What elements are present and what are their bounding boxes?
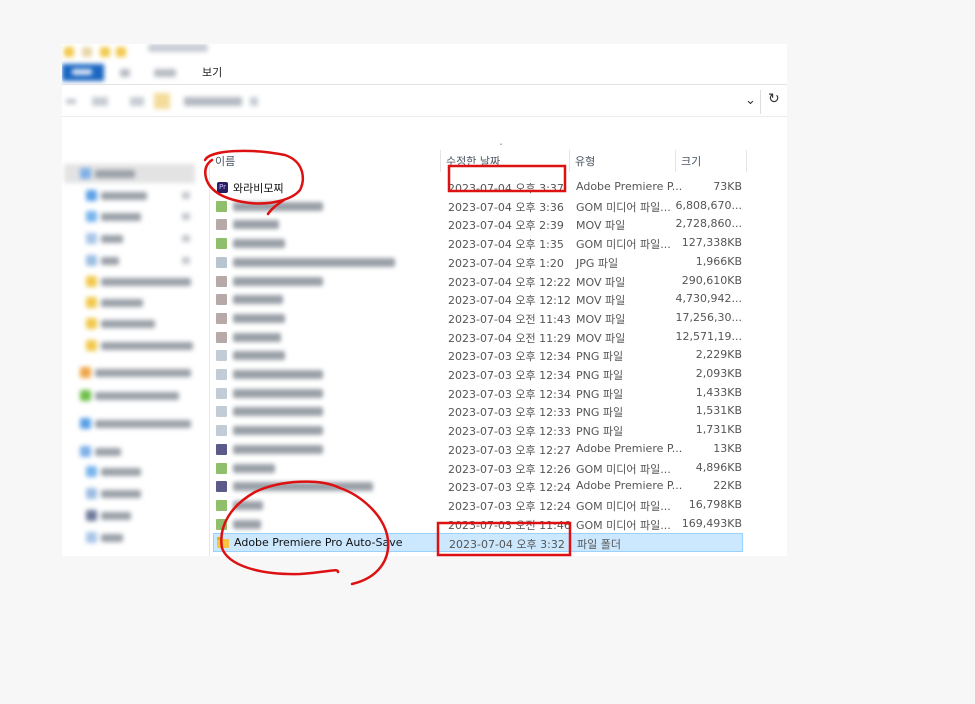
annotation-layer xyxy=(203,149,572,586)
annotation-circle-top xyxy=(203,149,304,216)
annotation-box-bottom xyxy=(436,521,572,557)
annotation-circle-bottom xyxy=(220,480,390,586)
annotation-box-top xyxy=(447,164,567,193)
